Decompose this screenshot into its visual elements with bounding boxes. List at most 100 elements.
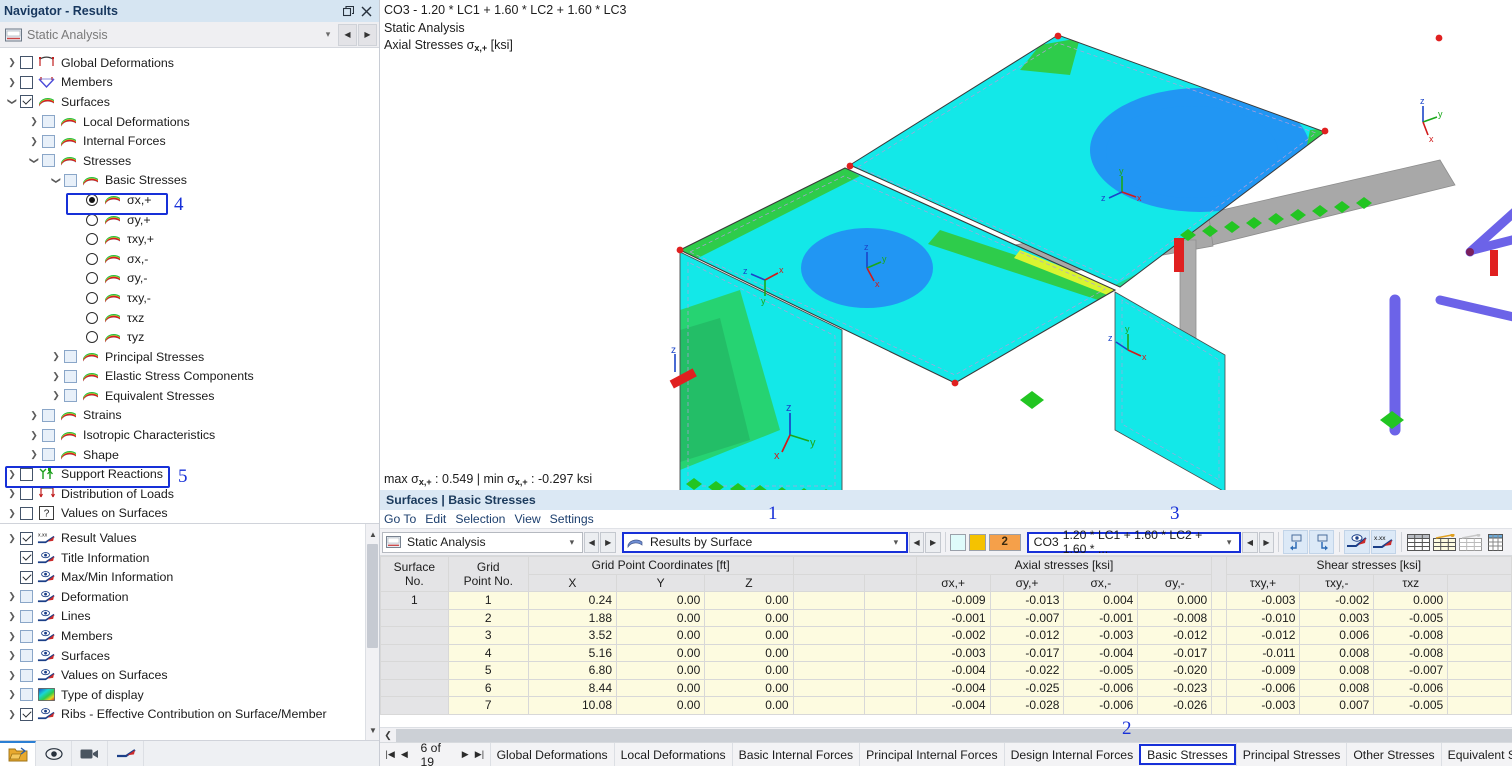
table-row[interactable]: 2 1.88 0.00 0.00 -0.001 -0.007 -0.001 -0.008 -0.… <box>380 608 1512 627</box>
tree-item-18[interactable]: ❯ Strains <box>0 406 379 426</box>
tree-item-4[interactable]: ❯ Internal Forces <box>0 131 379 151</box>
tree-item-6[interactable]: ❯ Basic Stresses <box>0 171 379 191</box>
table-horizontal-scrollbar[interactable]: ❮ <box>380 727 1512 742</box>
checkbox-Members[interactable] <box>20 75 33 89</box>
expand-arrow-icon[interactable]: ❯ <box>4 631 20 642</box>
table-row[interactable]: 3 3.52 0.00 0.00 -0.002 -0.012 -0.003 -0.012 -0.… <box>380 626 1512 645</box>
checkbox-Isotropic Characteristics[interactable] <box>42 428 55 442</box>
menu-go-to[interactable]: Go To <box>384 512 416 526</box>
checkbox-Local Deformations[interactable] <box>42 115 55 129</box>
checkbox-Support Reactions[interactable] <box>20 467 33 481</box>
tree-item-5[interactable]: ❯ Stresses <box>0 151 379 171</box>
load-combination-combo[interactable]: CO3 1.20 * LC1 + 1.60 * LC2 + 1.60 * ...… <box>1026 528 1242 556</box>
result-tab-6[interactable]: Principal Stresses <box>1235 743 1347 766</box>
tab-camera-navigator[interactable] <box>72 741 108 766</box>
tree-item-22[interactable]: ❯ Distribution of Loads <box>0 484 379 504</box>
tree-item-21[interactable]: ❯ Support Reactions <box>0 464 379 484</box>
menu-view[interactable]: View <box>514 512 540 526</box>
display-item-9[interactable]: ❯ Ribs - Effective Contribution on Surfac… <box>0 705 379 725</box>
radio-τxy,-[interactable] <box>86 291 98 304</box>
expand-arrow-icon[interactable]: ❯ <box>48 351 64 362</box>
result-tab-4[interactable]: Design Internal Forces <box>1003 743 1140 766</box>
checkbox-Surfaces[interactable] <box>20 649 33 663</box>
results-next-button[interactable]: ▶ <box>925 531 941 553</box>
result-tab-1[interactable]: Local Deformations <box>613 743 732 766</box>
radio-τxz[interactable] <box>86 311 98 324</box>
table-row[interactable]: 6 8.44 0.00 0.00 -0.004 -0.025 -0.006 -0.023 -0.… <box>380 678 1512 697</box>
display-item-6[interactable]: ❯ Surfaces <box>0 646 379 666</box>
results-prev-button[interactable]: ◀ <box>908 531 925 553</box>
radio-σy,+[interactable] <box>86 213 98 226</box>
combo-next-button[interactable]: ▶ <box>1258 531 1275 553</box>
radio-σy,-[interactable] <box>86 272 98 285</box>
tree-radio-item-8[interactable]: σy,+ <box>0 210 379 230</box>
tab-project-navigator[interactable] <box>0 741 36 766</box>
menu-settings[interactable]: Settings <box>550 512 594 526</box>
undo-icon[interactable] <box>1283 530 1309 554</box>
model-viewport-3d[interactable]: CO3 - 1.20 * LC1 + 1.60 * LC2 + 1.60 * L… <box>380 0 1512 490</box>
radio-τyz[interactable] <box>86 331 98 344</box>
chevron-down-icon[interactable]: ▾ <box>1222 537 1236 548</box>
display-item-1[interactable]: Title Information <box>0 548 379 568</box>
expand-arrow-icon[interactable]: ❯ <box>4 591 20 602</box>
expand-arrow-icon[interactable]: ❯ <box>4 670 20 681</box>
checkbox-Global Deformations[interactable] <box>20 56 33 70</box>
expand-arrow-icon[interactable]: ❯ <box>26 430 42 441</box>
checkbox-Title Information[interactable] <box>20 551 33 565</box>
expand-arrow-icon[interactable]: ❯ <box>4 508 20 519</box>
tree-item-17[interactable]: ❯ Equivalent Stresses <box>0 386 379 406</box>
checkbox-Values on Surfaces[interactable] <box>20 668 33 682</box>
restore-icon[interactable] <box>339 2 357 20</box>
analysis-prev-button[interactable]: ◀ <box>583 531 600 553</box>
radio-σx,+[interactable] <box>86 193 98 206</box>
expand-arrow-icon[interactable]: ❯ <box>4 469 20 480</box>
result-tab-3[interactable]: Principal Internal Forces <box>859 743 1003 766</box>
radio-τxy,+[interactable] <box>86 233 98 246</box>
table-row[interactable]: 7 10.08 0.00 0.00 -0.004 -0.028 -0.006 -0.026 -0… <box>380 696 1512 715</box>
show-values-icon[interactable] <box>1344 530 1370 554</box>
radio-σx,-[interactable] <box>86 252 98 265</box>
tree-radio-item-7[interactable]: σx,+ <box>0 190 379 210</box>
tree-radio-item-10[interactable]: σx,- <box>0 249 379 269</box>
collapse-arrow-icon[interactable]: ❯ <box>7 94 18 110</box>
expand-arrow-icon[interactable]: ❯ <box>4 709 20 720</box>
table-row[interactable]: 5 6.80 0.00 0.00 -0.004 -0.022 -0.005 -0.020 -0.… <box>380 661 1512 680</box>
tree-item-0[interactable]: ❯ Global Deformations <box>0 53 379 73</box>
combo-prev-button[interactable]: ◀ <box>1242 531 1258 553</box>
table-filter-icon[interactable] <box>1432 530 1457 554</box>
analysis-type-selector[interactable]: Static Analysis ▾ ◀ ▶ <box>0 22 379 48</box>
checkbox-Values on Surfaces[interactable] <box>20 506 33 520</box>
result-tab-5[interactable]: Basic Stresses <box>1139 744 1236 765</box>
expand-arrow-icon[interactable]: ❯ <box>4 488 20 499</box>
tree-item-16[interactable]: ❯ Elastic Stress Components <box>0 367 379 387</box>
display-item-7[interactable]: ❯ Values on Surfaces <box>0 665 379 685</box>
results-data-table[interactable]: Surface No. Grid Point No. Grid Point Coor… <box>380 556 1512 742</box>
chevron-down-icon[interactable]: ▾ <box>565 537 579 548</box>
checkbox-Lines[interactable] <box>20 609 33 623</box>
display-panel-scrollbar[interactable]: ▲ ▼ <box>365 524 379 740</box>
expand-arrow-icon[interactable]: ❯ <box>4 77 20 88</box>
result-tab-0[interactable]: Global Deformations <box>489 743 614 766</box>
checkbox-Internal Forces[interactable] <box>42 134 55 148</box>
scroll-up-icon[interactable]: ▲ <box>366 526 379 542</box>
checkbox-Surfaces[interactable] <box>20 95 33 109</box>
expand-arrow-icon[interactable]: ❯ <box>48 371 64 382</box>
menu-selection[interactable]: Selection <box>455 512 505 526</box>
collapse-arrow-icon[interactable]: ❯ <box>51 172 62 188</box>
expand-arrow-icon[interactable]: ❯ <box>4 533 20 544</box>
result-tab-2[interactable]: Basic Internal Forces <box>731 743 859 766</box>
expand-arrow-icon[interactable]: ❯ <box>48 390 64 401</box>
result-values-icon[interactable]: x.xx <box>1370 530 1396 554</box>
expand-arrow-icon[interactable]: ❯ <box>26 116 42 127</box>
collapse-arrow-icon[interactable]: ❯ <box>29 153 40 169</box>
tree-item-20[interactable]: ❯ Shape <box>0 445 379 465</box>
menu-edit[interactable]: Edit <box>425 512 446 526</box>
checkbox-Ribs - Effective Contribution on Surface/Member[interactable] <box>20 707 33 721</box>
checkbox-Stresses[interactable] <box>42 154 55 168</box>
table-row[interactable]: 4 5.16 0.00 0.00 -0.003 -0.017 -0.004 -0.017 -0.… <box>380 643 1512 662</box>
last-page-button[interactable]: ▶| <box>473 746 485 764</box>
tree-item-19[interactable]: ❯ Isotropic Characteristics <box>0 425 379 445</box>
analysis-next-button[interactable]: ▶ <box>600 531 616 553</box>
tree-radio-item-11[interactable]: σy,- <box>0 269 379 289</box>
result-tab-8[interactable]: Equivalent Stresses - von Mises <box>1440 743 1512 766</box>
